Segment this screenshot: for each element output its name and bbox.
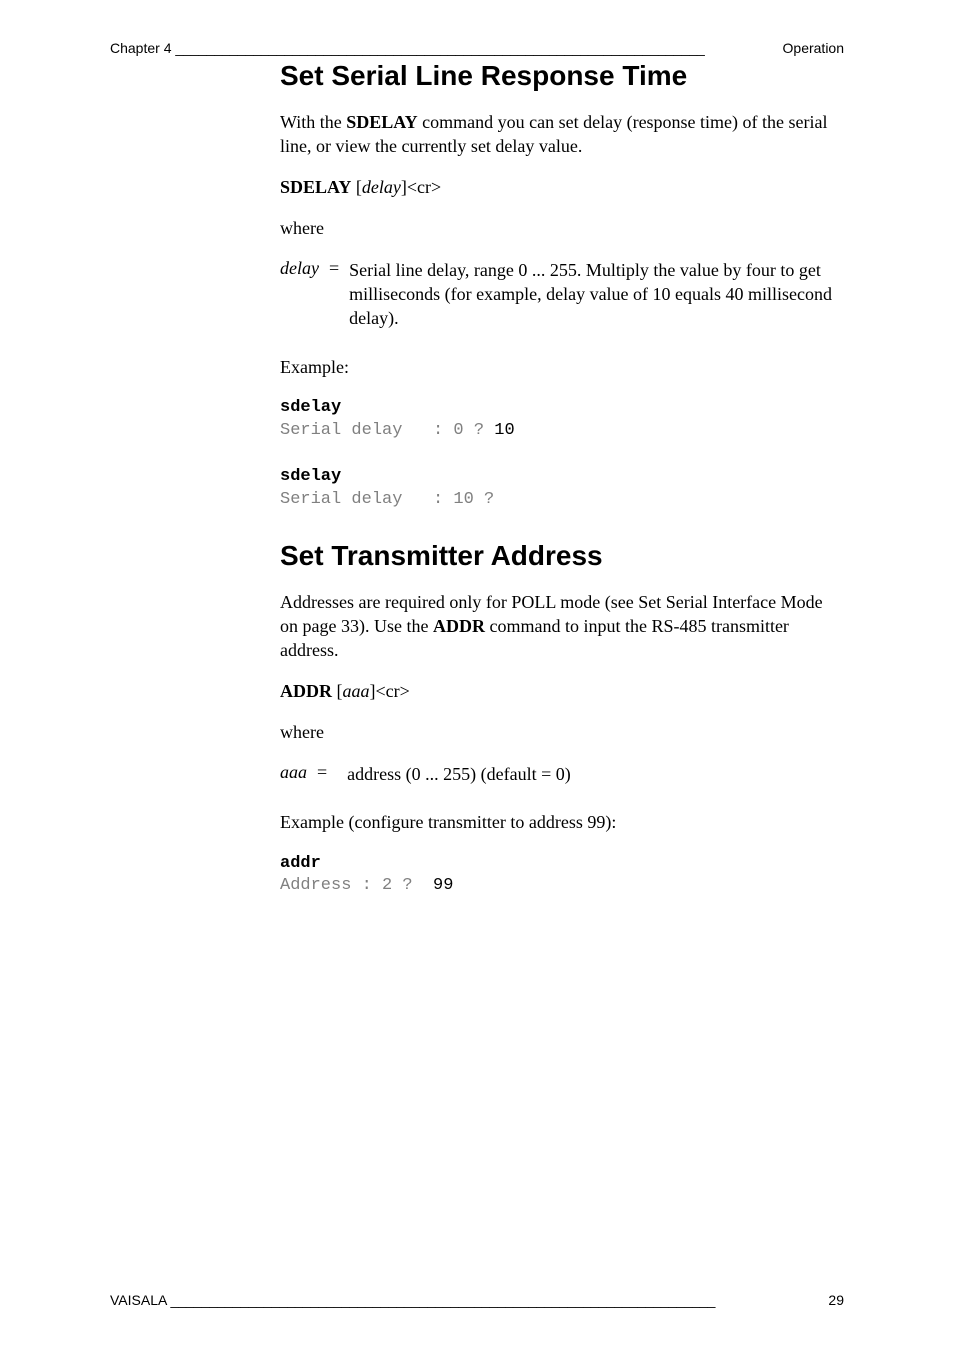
section2-title: Set Transmitter Address [280,540,844,572]
section1-def-row: delay = Serial line delay, range 0 ... 2… [280,258,844,331]
section2-def-text: address (0 ... 255) (default = 0) [337,762,571,786]
section1-def-term: delay [280,258,319,331]
page: Chapter 4 ______________________________… [0,0,954,1350]
section2-intro-cmd: ADDR [433,616,485,636]
footer-row: VAISALA ________________________________… [110,1292,844,1308]
footer-left: VAISALA ________________________________… [110,1292,715,1308]
header-right: Operation [783,40,844,56]
header-left: Chapter 4 ______________________________… [110,40,705,56]
section2-code-block: addr Address : 2 ? 99 [280,853,844,899]
page-footer: VAISALA ________________________________… [110,1292,844,1308]
section1-code-block: sdelay Serial delay : 0 ? 10 sdelay Seri… [280,397,844,512]
section1-def-sep: = [319,258,349,331]
footer-right: 29 [828,1292,844,1308]
code-cmd: sdelay [280,398,341,417]
section2-def-term: aaa [280,762,307,786]
section1-def-text: Serial line delay, range 0 ... 255. Mult… [349,258,844,331]
code-cmd: addr [280,854,321,873]
section2-example-label: Example (configure transmitter to addres… [280,810,844,834]
section1-syntax-arg: delay [362,177,401,197]
code-output: Address : 2 ? [280,876,423,895]
code-cmd: sdelay [280,467,341,486]
section2-def-sep: = [307,762,337,786]
section1-intro-cmd: SDELAY [346,112,417,132]
code-input: 99 [423,876,454,895]
section2-syntax: ADDR [aaa]<cr> [280,681,844,702]
section1-intro-pre: With the [280,112,346,132]
page-header: Chapter 4 ______________________________… [110,40,844,56]
section1-syntax: SDELAY [delay]<cr> [280,177,844,198]
section2-syntax-close: ]<cr> [370,681,410,701]
section1-example-label: Example: [280,355,844,379]
code-output: Serial delay : 0 ? [280,421,484,440]
code-input: 10 [484,421,515,440]
section1-syntax-cmd: SDELAY [280,177,351,197]
section1-where-label: where [280,216,844,240]
code-output: Serial delay : 10 ? [280,490,494,509]
section1-syntax-close: ]<cr> [401,177,441,197]
section1-syntax-open: [ [351,177,362,197]
section2-syntax-open: [ [332,681,343,701]
section2-syntax-arg: aaa [343,681,370,701]
section2-where-label: where [280,720,844,744]
section2-syntax-cmd: ADDR [280,681,332,701]
section2-intro: Addresses are required only for POLL mod… [280,590,844,663]
section1-intro: With the SDELAY command you can set dela… [280,110,844,159]
section1-title: Set Serial Line Response Time [280,60,844,92]
section2-def-row: aaa = address (0 ... 255) (default = 0) [280,762,844,786]
content-area: Set Serial Line Response Time With the S… [110,60,844,898]
